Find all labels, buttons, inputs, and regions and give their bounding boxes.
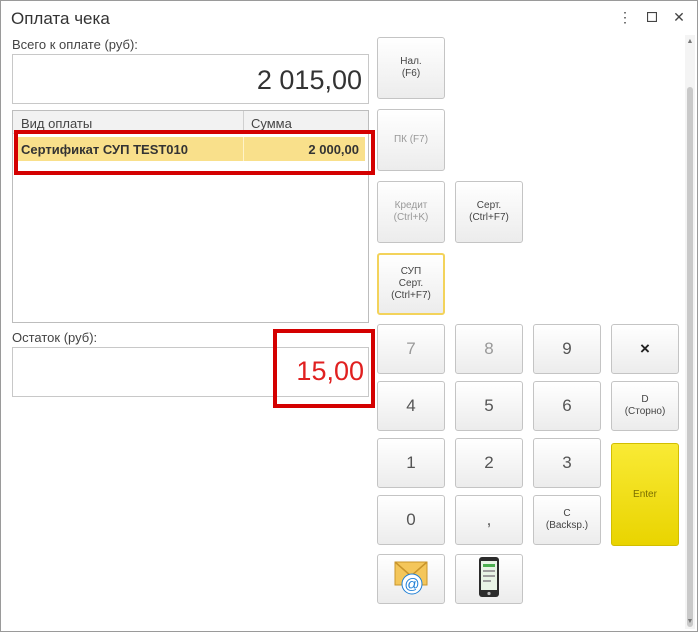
key-9-label: 9 — [562, 339, 572, 358]
key-comma-label: , — [486, 510, 492, 529]
backspace-button[interactable]: C (Backsp.) — [533, 495, 601, 545]
key-6[interactable]: 6 — [533, 381, 601, 431]
credit-button-label: Кредит (Ctrl+K) — [393, 200, 429, 223]
key-6-label: 6 — [562, 396, 572, 415]
key-comma[interactable]: , — [455, 495, 523, 545]
payment-window: Оплата чека ⋮ ✕ Всего к оплате (руб): 2 … — [0, 0, 698, 632]
key-8-label: 8 — [484, 339, 494, 358]
vertical-scrollbar[interactable]: ▲ ▼ — [685, 35, 695, 629]
table-row[interactable]: Сертификат СУП TEST010 2 000,00 — [15, 137, 365, 161]
close-icon[interactable]: ✕ — [669, 7, 689, 27]
key-1[interactable]: 1 — [377, 438, 445, 488]
storno-button-label: D (Сторно) — [624, 394, 666, 417]
storno-button[interactable]: D (Сторно) — [611, 381, 679, 431]
payment-amount-cell: 2 000,00 — [308, 142, 359, 157]
key-1-label: 1 — [406, 453, 416, 472]
certificate-button-label: Серт. (Ctrl+F7) — [469, 200, 509, 223]
column-header-type: Вид оплаты — [21, 116, 93, 131]
scroll-up-icon[interactable]: ▲ — [685, 37, 695, 47]
svg-text:@: @ — [404, 576, 419, 593]
cash-button[interactable]: Нал. (F6) — [377, 37, 445, 99]
enter-button-label: Enter — [633, 488, 657, 500]
card-button[interactable]: ПК (F7) — [377, 109, 445, 171]
remainder-field: 15,00 — [12, 347, 369, 397]
email-icon: @ — [391, 557, 431, 601]
key-8[interactable]: 8 — [455, 324, 523, 374]
phone-receipt-button[interactable] — [455, 554, 523, 604]
key-4-label: 4 — [406, 396, 416, 415]
certificate-button[interactable]: Серт. (Ctrl+F7) — [455, 181, 523, 243]
maximize-icon[interactable] — [642, 7, 662, 27]
sup-certificate-button-label: СУП Серт. (Ctrl+F7) — [391, 266, 431, 301]
column-header-amount: Сумма — [251, 116, 292, 131]
key-0-label: 0 — [406, 510, 416, 529]
card-button-label: ПК (F7) — [393, 134, 429, 145]
total-value: 2 015,00 — [256, 65, 362, 95]
scroll-down-icon[interactable]: ▼ — [685, 617, 695, 627]
remainder-label: Остаток (руб): — [12, 330, 98, 345]
more-vertical-icon[interactable]: ⋮ — [615, 7, 635, 27]
key-3[interactable]: 3 — [533, 438, 601, 488]
sup-certificate-button[interactable]: СУП Серт. (Ctrl+F7) — [377, 253, 445, 315]
key-7-label: 7 — [406, 339, 416, 358]
key-9[interactable]: 9 — [533, 324, 601, 374]
remainder-value: 15,00 — [296, 356, 364, 386]
column-divider — [243, 111, 244, 133]
total-label: Всего к оплате (руб): — [12, 37, 138, 52]
total-field: 2 015,00 — [12, 54, 369, 104]
clear-button[interactable]: × — [611, 324, 679, 374]
phone-icon — [474, 556, 504, 602]
clear-button-label: × — [640, 339, 650, 358]
key-5[interactable]: 5 — [455, 381, 523, 431]
key-3-label: 3 — [562, 453, 572, 472]
key-7[interactable]: 7 — [377, 324, 445, 374]
column-divider — [243, 137, 244, 161]
scrollbar-thumb[interactable] — [687, 87, 693, 627]
table-header: Вид оплаты Сумма — [13, 111, 368, 134]
window-title: Оплата чека — [11, 9, 110, 28]
payments-table: Вид оплаты Сумма Сертификат СУП TEST010 … — [12, 110, 369, 323]
key-2-label: 2 — [484, 453, 494, 472]
credit-button[interactable]: Кредит (Ctrl+K) — [377, 181, 445, 243]
key-0[interactable]: 0 — [377, 495, 445, 545]
enter-button[interactable]: Enter — [611, 443, 679, 546]
key-2[interactable]: 2 — [455, 438, 523, 488]
payment-type-cell: Сертификат СУП TEST010 — [21, 142, 189, 157]
backspace-button-label: C (Backsp.) — [545, 508, 589, 531]
cash-button-label: Нал. (F6) — [400, 56, 422, 79]
email-receipt-button[interactable]: @ — [377, 554, 445, 604]
key-5-label: 5 — [484, 396, 494, 415]
title-bar: Оплата чека ⋮ ✕ — [1, 1, 697, 35]
key-4[interactable]: 4 — [377, 381, 445, 431]
